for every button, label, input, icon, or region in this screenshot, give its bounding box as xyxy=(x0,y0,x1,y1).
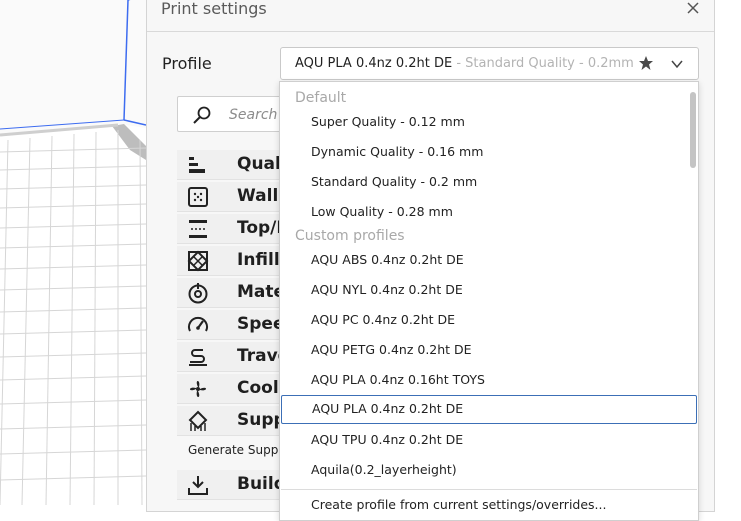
profile-option-aqu-nyl[interactable]: AQU NYL 0.4nz 0.2ht DE xyxy=(281,277,697,305)
profile-dropdown-list[interactable]: Default Super Quality - 0.12 mm Dynamic … xyxy=(279,81,699,521)
profile-option-super-quality[interactable]: Super Quality - 0.12 mm xyxy=(281,109,697,137)
profile-current-value: AQU PLA 0.4nz 0.2ht DE - Standard Qualit… xyxy=(295,56,634,71)
category-label: Infill xyxy=(237,250,280,270)
profile-option-label: Low Quality - 0.28 mm xyxy=(311,204,453,219)
profile-option-label: AQU PC 0.4nz 0.2ht DE xyxy=(311,312,456,327)
panel-header: Print settings xyxy=(147,0,714,32)
profile-option-label: AQU TPU 0.4nz 0.2ht DE xyxy=(311,432,464,447)
dropdown-separator xyxy=(281,489,697,490)
custom-section-header: Custom profiles xyxy=(295,228,405,244)
support-icon xyxy=(188,410,208,431)
profile-option-label: AQU PETG 0.4nz 0.2ht DE xyxy=(311,342,472,357)
search-icon xyxy=(193,106,211,124)
cooling-icon xyxy=(190,381,206,397)
profile-option-aqu-tpu[interactable]: AQU TPU 0.4nz 0.2ht DE xyxy=(281,427,697,455)
travel-icon xyxy=(189,349,207,366)
profile-option-standard-quality[interactable]: Standard Quality - 0.2 mm xyxy=(281,169,697,197)
profile-option-label: Super Quality - 0.12 mm xyxy=(311,114,465,129)
profile-current-name: AQU PLA 0.4nz 0.2ht DE xyxy=(295,56,453,71)
profile-option-aqu-pla-de-selected[interactable]: AQU PLA 0.4nz 0.2ht DE xyxy=(281,395,697,424)
profile-option-label: Standard Quality - 0.2 mm xyxy=(311,174,478,189)
chevron-down-icon[interactable] xyxy=(670,57,684,71)
quality-icon xyxy=(189,157,205,173)
category-label: Mate xyxy=(237,282,286,302)
star-icon[interactable] xyxy=(638,55,654,71)
profile-option-aquila[interactable]: Aquila(0.2_layerheight) xyxy=(281,457,697,485)
generate-support-label: Generate Suppo xyxy=(188,443,286,457)
panel-title: Print settings xyxy=(161,0,267,18)
speed-icon xyxy=(188,316,208,332)
create-profile-action[interactable]: Create profile from current settings/ove… xyxy=(281,492,697,520)
profile-option-aqu-abs[interactable]: AQU ABS 0.4nz 0.2ht DE xyxy=(281,247,697,275)
profile-option-aqu-pc[interactable]: AQU PC 0.4nz 0.2ht DE xyxy=(281,307,697,335)
walls-icon xyxy=(188,187,208,207)
close-icon[interactable] xyxy=(684,0,702,17)
profile-option-low-quality[interactable]: Low Quality - 0.28 mm xyxy=(281,199,697,227)
dropdown-scrollbar[interactable] xyxy=(690,92,696,168)
default-section-header: Default xyxy=(295,90,347,106)
profile-label: Profile xyxy=(162,54,212,73)
profile-option-label: AQU PLA 0.4nz 0.16ht TOYS xyxy=(311,372,485,387)
3d-viewport[interactable] xyxy=(0,0,146,505)
profile-option-aqu-pla-toys[interactable]: AQU PLA 0.4nz 0.16ht TOYS xyxy=(281,367,697,395)
profile-option-dynamic-quality[interactable]: Dynamic Quality - 0.16 mm xyxy=(281,139,697,167)
infill-icon xyxy=(187,250,209,272)
profile-select[interactable]: AQU PLA 0.4nz 0.2ht DE - Standard Qualit… xyxy=(280,47,699,80)
material-icon xyxy=(188,283,208,304)
profile-option-label: AQU PLA 0.4nz 0.2ht DE xyxy=(312,401,464,416)
profile-current-quality: - Standard Quality - 0.2mm xyxy=(452,56,634,71)
profile-option-aqu-petg[interactable]: AQU PETG 0.4nz 0.2ht DE xyxy=(281,337,697,365)
top-bottom-icon xyxy=(189,220,207,238)
profile-option-label: AQU ABS 0.4nz 0.2ht DE xyxy=(311,252,464,267)
profile-option-label: Aquila(0.2_layerheight) xyxy=(311,462,457,477)
build-plate-icon xyxy=(188,476,208,495)
profile-option-label: Dynamic Quality - 0.16 mm xyxy=(311,144,484,159)
profile-option-label: AQU NYL 0.4nz 0.2ht DE xyxy=(311,282,463,297)
